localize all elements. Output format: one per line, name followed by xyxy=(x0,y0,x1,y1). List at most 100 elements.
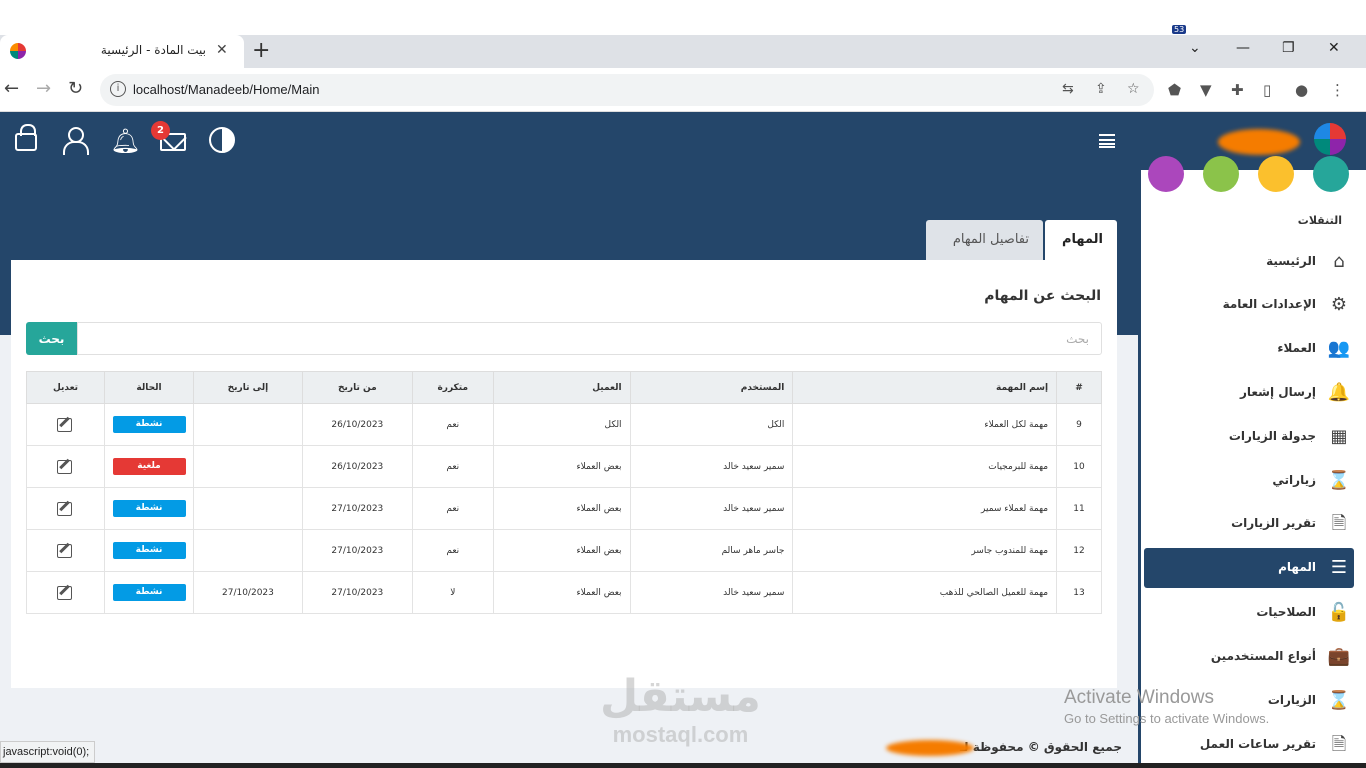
task-name-cell: مهمة لكل العملاء xyxy=(792,403,1058,446)
shortcut-circle-teal[interactable] xyxy=(1313,156,1349,192)
task-name-cell: مهمة لعملاء سمير xyxy=(792,487,1058,530)
edit-icon[interactable] xyxy=(57,458,74,474)
page-root: { "browser": { "tab_title": "بيت المادة … xyxy=(0,0,1366,768)
calendar-icon: ▦ xyxy=(1330,426,1348,447)
shortcut-circle-green[interactable] xyxy=(1203,156,1239,192)
address-bar[interactable]: i localhost/Manadeeb/Home/Main ⇆ ⇪ ☆ xyxy=(100,74,1154,106)
col-task-name: إسم المهمة xyxy=(792,371,1058,404)
col-from-date: من تاريخ xyxy=(301,371,413,404)
shortcut-circle-yellow[interactable] xyxy=(1258,156,1294,192)
app-logo[interactable] xyxy=(1314,123,1346,155)
menu-toggle-icon[interactable] xyxy=(1099,134,1115,148)
sidebar-item-label: المهام xyxy=(1278,560,1316,574)
site-info-icon[interactable]: i xyxy=(110,81,126,97)
side-panel-icon[interactable]: ▯ xyxy=(1263,81,1271,99)
status-badge: نشطة xyxy=(112,416,186,433)
sidebar-item-1[interactable]: ⌂ الرئيسية xyxy=(1144,242,1354,282)
watermark-arabic: مستقل xyxy=(600,671,761,722)
sidebar-heading: التنقلات xyxy=(1297,214,1342,227)
watermark: مستقل mostaql.com xyxy=(600,672,761,748)
row-number: 11 xyxy=(1056,487,1102,530)
search-input[interactable] xyxy=(77,322,1102,355)
sidebar: التنقلات ⌂ الرئيسية ⚙ الإعدادات العامة 👥 العم… xyxy=(1138,156,1366,768)
client-cell: بعض العملاء xyxy=(492,445,631,488)
sidebar-item-label: جدولة الزيارات xyxy=(1228,429,1316,443)
recurring-cell: نعم xyxy=(411,487,494,530)
bookmark-star-icon[interactable]: ☆ xyxy=(1127,81,1140,97)
browser-status-url: javascript:void(0); xyxy=(0,741,95,763)
user-profile-icon[interactable] xyxy=(63,127,89,155)
sidebar-item-9[interactable]: 🔓 الصلاحيات xyxy=(1144,593,1354,633)
status-cell: ملغية xyxy=(104,445,194,488)
status-cell: نشطة xyxy=(104,571,194,614)
recurring-cell: لا xyxy=(411,571,494,614)
tab-search-icon[interactable]: ⌄ xyxy=(1189,40,1201,56)
user-cell: سمير سعيد خالد xyxy=(629,571,794,614)
profile-icon[interactable]: ● xyxy=(1295,81,1308,99)
sidebar-item-2[interactable]: ⚙ الإعدادات العامة xyxy=(1144,285,1354,325)
from-date-cell: 26/10/2023 xyxy=(301,445,413,488)
sidebar-item-4[interactable]: 🔔 إرسال إشعار xyxy=(1144,373,1354,413)
extension-badge: 53 xyxy=(1172,25,1187,34)
sidebar-item-3[interactable]: 👥 العملاء xyxy=(1144,329,1354,369)
sidebar-item-5[interactable]: ▦ جدولة الزيارات xyxy=(1144,417,1354,457)
sidebar-item-7[interactable]: 🗎 تقرير الزيارات xyxy=(1144,504,1354,544)
user-cell: سمير سعيد خالد xyxy=(629,487,794,530)
url-text: localhost/Manadeeb/Home/Main xyxy=(133,82,320,97)
minimize-button[interactable]: — xyxy=(1236,40,1250,56)
edit-cell xyxy=(25,571,106,614)
table-row: 10 مهمة للبرمجيات سمير سعيد خالد بعض العملا… xyxy=(25,445,1102,488)
close-window-button[interactable]: ✕ xyxy=(1328,40,1340,56)
puzzle-icon[interactable]: ✚ xyxy=(1231,81,1244,99)
notifications-bell-icon[interactable]: 🔔︎ xyxy=(110,127,140,155)
maximize-button[interactable]: ❐ xyxy=(1282,40,1295,56)
sidebar-item-10[interactable]: 💼 أنواع المستخدمين xyxy=(1144,637,1354,677)
edit-icon[interactable] xyxy=(57,584,74,600)
status-badge: نشطة xyxy=(112,500,186,517)
tasks-table: # إسم المهمة المستخدم العميل متكررة من ت… xyxy=(25,371,1102,614)
tab-task-details[interactable]: تفاصيل المهام xyxy=(926,220,1043,260)
document-icon: 🗎 xyxy=(1331,734,1347,755)
tab-tasks[interactable]: المهام xyxy=(1045,220,1117,260)
task-name-cell: مهمة للمندوب جاسر xyxy=(792,529,1058,572)
share-icon[interactable]: ⇪ xyxy=(1095,81,1107,97)
close-tab-icon[interactable]: ✕ xyxy=(216,42,228,58)
user-cell: سمير سعيد خالد xyxy=(629,445,794,488)
sidebar-item-6[interactable]: ⌛ زياراتي xyxy=(1144,461,1354,501)
extension-v-icon[interactable]: ▼ xyxy=(1200,81,1212,99)
task-name-cell: مهمة للبرمجيات xyxy=(792,445,1058,488)
table-row: 9 مهمة لكل العملاء الكل الكل نعم 26/10/2023 نش… xyxy=(25,403,1102,446)
translate-icon[interactable]: ⇆ xyxy=(1062,81,1074,97)
browser-menu-icon[interactable]: ⋮ xyxy=(1330,81,1345,99)
activate-windows-notice: Activate Windows Go to Settings to activ… xyxy=(1064,687,1269,726)
sidebar-item-label: أنواع المستخدمين xyxy=(1210,649,1316,663)
list-icon: ☰ xyxy=(1330,557,1348,578)
tasks-card: البحث عن المهام بحث # إسم المهمة المستخد… xyxy=(11,260,1117,688)
edit-cell xyxy=(25,529,106,572)
new-tab-button[interactable]: + xyxy=(252,38,270,63)
lock-icon[interactable] xyxy=(15,124,37,151)
reload-button[interactable]: ↻ xyxy=(68,78,83,99)
browser-tab[interactable]: بيت المادة - الرئيسية ✕ xyxy=(0,35,244,68)
search-button[interactable]: بحث xyxy=(26,322,77,355)
forward-button[interactable]: → xyxy=(36,78,51,99)
mail-badge: 2 xyxy=(151,121,170,140)
activate-subtitle: Go to Settings to activate Windows. xyxy=(1064,711,1270,726)
status-cell: نشطة xyxy=(104,403,194,446)
document-icon: 🗎 xyxy=(1331,513,1347,534)
extension-icon[interactable]: ⬟ xyxy=(1168,81,1181,99)
edit-icon[interactable] xyxy=(57,542,74,558)
client-cell: بعض العملاء xyxy=(492,529,631,572)
table-header-row: # إسم المهمة المستخدم العميل متكررة من ت… xyxy=(25,371,1102,404)
watermark-latin: mostaql.com xyxy=(612,722,749,747)
sidebar-item-8[interactable]: ☰ المهام xyxy=(1144,548,1354,588)
theme-toggle-icon[interactable] xyxy=(209,127,235,153)
sidebar-item-label: تقرير الزيارات xyxy=(1231,516,1316,530)
sidebar-item-12[interactable]: 🗎 تقرير ساعات العمل xyxy=(1144,725,1354,765)
footer-copyright: جميع الحقوق © محفوظة لـ xyxy=(959,740,1122,754)
from-date-cell: 27/10/2023 xyxy=(301,571,413,614)
edit-icon[interactable] xyxy=(57,500,74,516)
edit-icon[interactable] xyxy=(57,416,74,432)
shortcut-circle-purple[interactable] xyxy=(1148,156,1184,192)
back-button[interactable]: ← xyxy=(4,78,19,99)
